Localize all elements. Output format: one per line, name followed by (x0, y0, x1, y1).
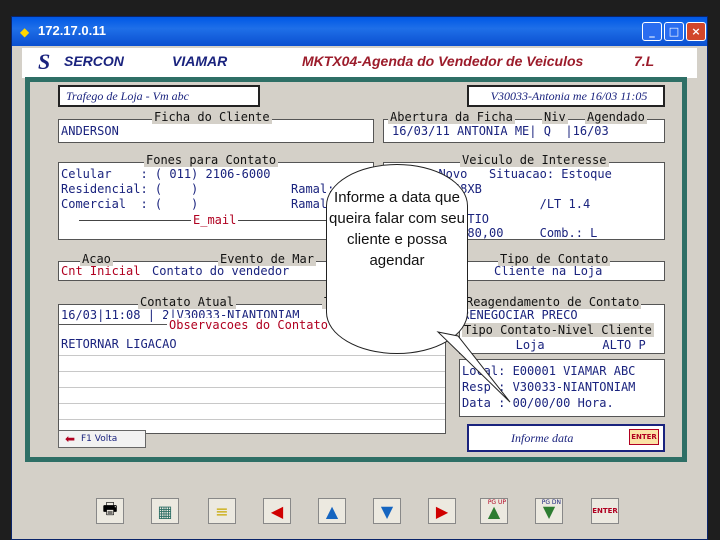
maximize-button[interactable]: □ (664, 22, 684, 41)
status-prompt: Informe data ENTER (467, 424, 665, 452)
stack-icon: ≡ (215, 501, 229, 521)
company-name: VIAMAR (172, 53, 228, 69)
stack-button[interactable]: ≡ (208, 498, 236, 524)
observations-text[interactable]: RETORNAR LIGACAO (61, 337, 177, 351)
reschedule-title: Reagendamento de Contato (464, 295, 642, 309)
screen-title: MKTX04-Agenda do Vendedor de Veiculos (302, 53, 584, 69)
contact-type-value: Cliente na Loja (494, 264, 603, 278)
close-button[interactable]: × (686, 22, 706, 41)
current-contact-title: Contato Atual (138, 295, 236, 309)
calculator-icon: ▦ (157, 501, 173, 521)
traffic-label: Trafego de Loja - Vm abc (58, 85, 260, 107)
print-button[interactable]: 🖶 (96, 498, 124, 524)
sercon-logo-icon: S (38, 49, 51, 74)
enter-key-icon[interactable]: ENTER (629, 429, 659, 445)
opening-section-title: Abertura da Ficha (388, 110, 515, 124)
email-label: E_mail (191, 213, 239, 227)
reschedule-reason: RENEGOCIAR PRECO (462, 308, 578, 322)
up-button[interactable]: ▲ (318, 498, 346, 524)
client-section-title: Ficha do Cliente (152, 110, 272, 124)
phone-cell[interactable]: Celular : ( 011) 2106-6000 (61, 167, 271, 181)
window-title: 172.17.0.11 (38, 23, 106, 38)
vendor-label: V30033-Antonia me 16/03 11:05 (467, 85, 665, 107)
event-title: Evento de Mar (218, 252, 316, 266)
phones-section-title: Fones para Contato (144, 153, 279, 167)
client-name: ANDERSON (61, 124, 119, 138)
enter-button[interactable]: ENTER (591, 498, 619, 524)
tooltip-bubble: Informe a data que queira falar com seu … (326, 164, 468, 354)
brand-name: SERCON (64, 53, 124, 69)
right-arrow-icon: ▶ (435, 501, 449, 521)
page-down-button[interactable]: ▼ PG DN (535, 498, 563, 524)
observations-title: Observacoes do Contato (167, 318, 330, 332)
enter-icon: ENTER (592, 507, 618, 515)
next-button[interactable]: ▶ (428, 498, 456, 524)
action-title: Acao (80, 252, 113, 266)
tooltip-tail (436, 331, 511, 403)
phone-residential[interactable]: Residencial: ( ) (61, 182, 198, 196)
left-arrow-icon: ◀ (270, 501, 284, 521)
calculator-button[interactable]: ▦ (151, 498, 179, 524)
contact-type-title: Tipo de Contato (498, 252, 611, 266)
version-label: 7.L (634, 53, 655, 69)
down-arrow-icon: ▼ (380, 501, 394, 521)
scheduled-title: Agendado (585, 110, 647, 124)
printer-icon: 🖶 (102, 498, 118, 518)
title-bar: ◆ 172.17.0.11 _ □ × (12, 17, 707, 46)
event-value[interactable]: Contato do vendedor (152, 264, 289, 278)
level-title: Niv (542, 110, 568, 124)
back-label: F1 Volta (81, 434, 118, 444)
prev-button[interactable]: ◀ (263, 498, 291, 524)
app-header: S SERCON VIAMAR MKTX04-Agenda do Vendedo… (22, 48, 697, 78)
minimize-button[interactable]: _ (642, 22, 662, 41)
page-up-button[interactable]: ▲ PG UP (480, 498, 508, 524)
phone-commercial[interactable]: Comercial : ( ) (61, 197, 198, 211)
app-icon: ◆ (20, 25, 30, 39)
up-arrow-icon: ▲ (325, 501, 339, 521)
back-arrow-icon: ⬅ (65, 432, 76, 446)
status-text: Informe data (511, 431, 574, 445)
opening-value: 16/03/11 ANTONIA ME| Q |16/03 (392, 124, 609, 138)
back-button[interactable]: ⬅ F1 Volta (58, 430, 146, 448)
down-button[interactable]: ▼ (373, 498, 401, 524)
vehicle-section-title: Veiculo de Interesse (460, 153, 609, 167)
tooltip-text: Informe a data que queira falar com seu … (329, 189, 465, 269)
action-value[interactable]: Cnt Inicial (61, 264, 140, 278)
